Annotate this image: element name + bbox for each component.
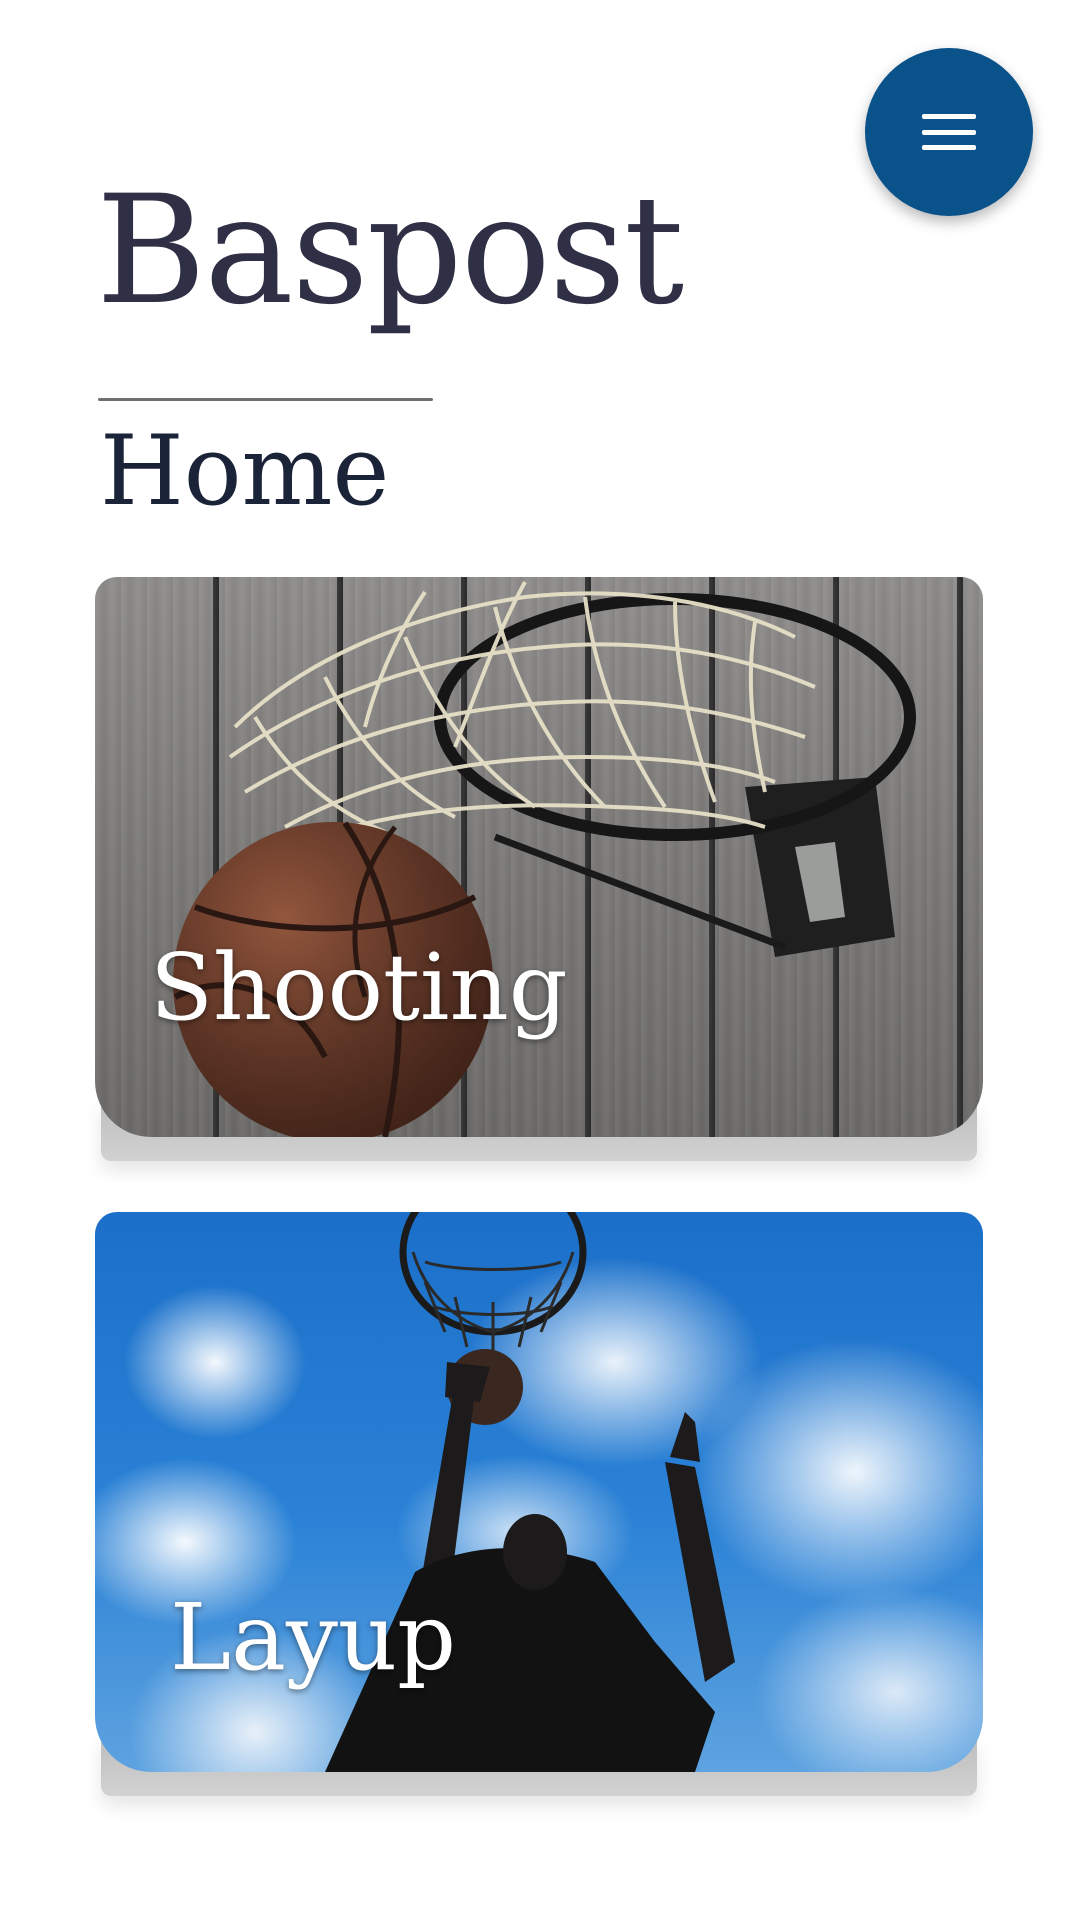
card-layup[interactable]: Layup	[95, 1212, 983, 1772]
site-title: Baspost	[96, 164, 684, 338]
card-label-shooting: Shooting	[150, 934, 568, 1041]
card-label-layup: Layup	[170, 1584, 457, 1691]
card-shooting[interactable]: Shooting	[95, 577, 983, 1137]
home-screen: Baspost Home Shooting Layup	[0, 0, 1080, 1920]
card-shooting-container: Shooting	[95, 577, 983, 1161]
basketball-hoop-illustration	[173, 581, 916, 1137]
card-layup-container: Layup	[95, 1212, 983, 1796]
title-divider	[98, 398, 433, 401]
page-title: Home	[100, 415, 390, 527]
hamburger-menu-icon	[922, 114, 976, 150]
menu-button[interactable]	[865, 48, 1033, 216]
